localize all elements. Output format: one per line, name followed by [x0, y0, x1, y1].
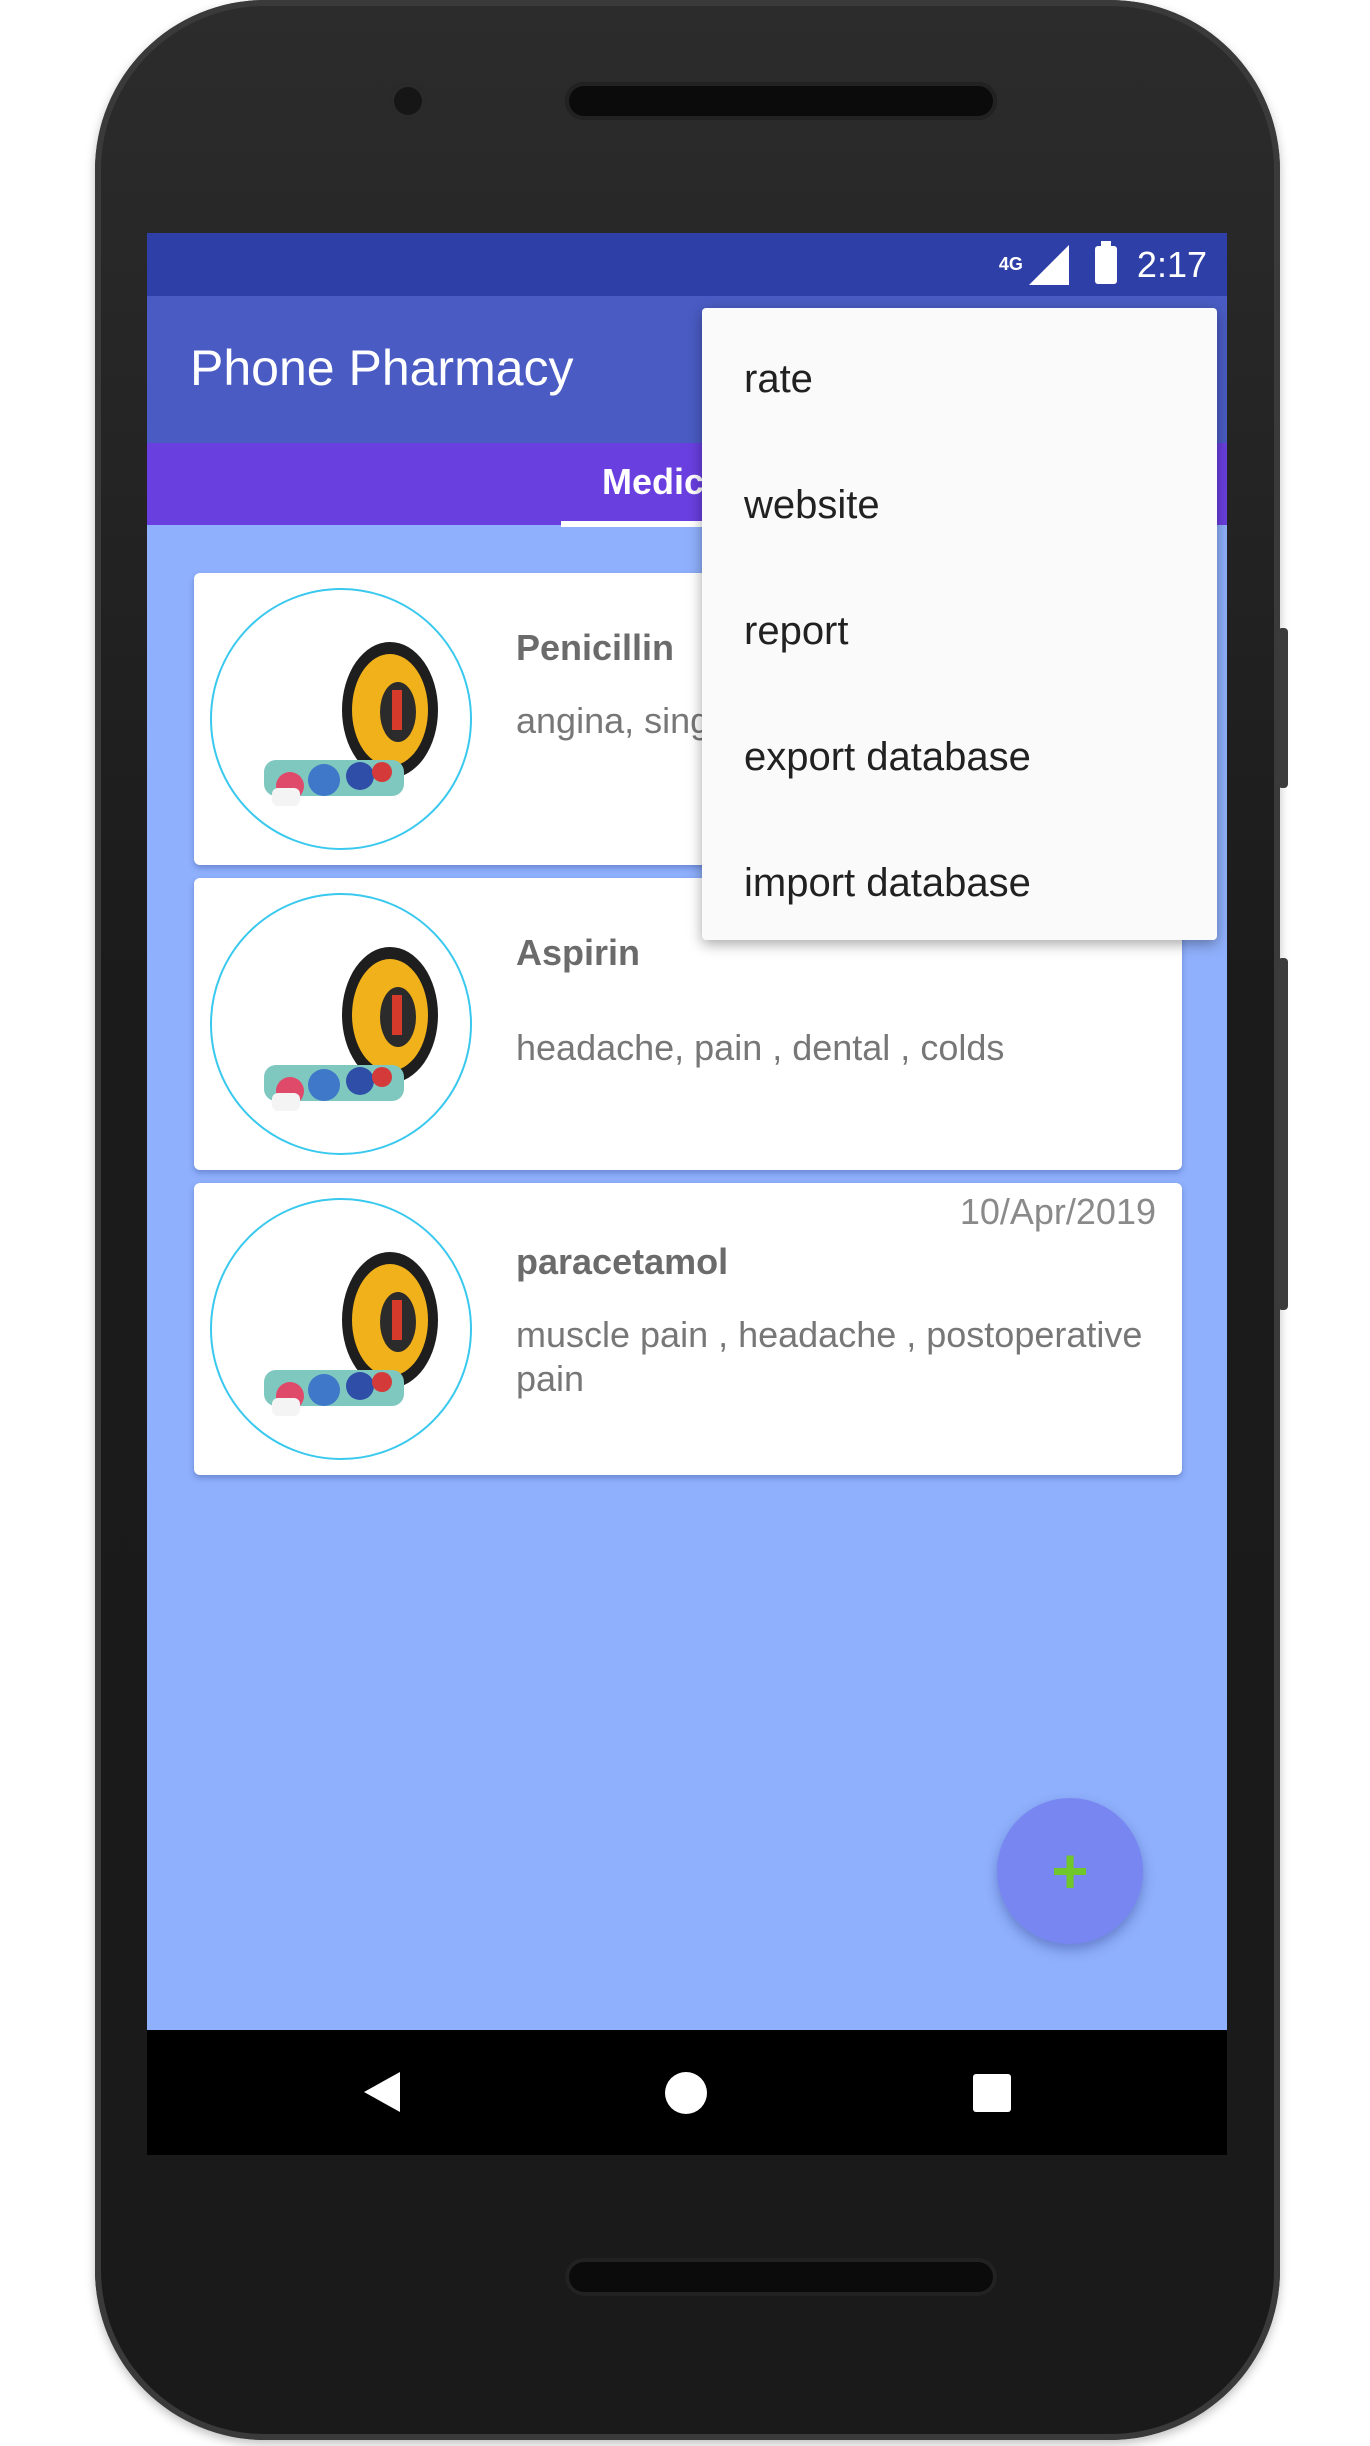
status-bar: 4G 2:17 — [147, 233, 1227, 296]
navigation-bar — [147, 2030, 1227, 2155]
pill-bottle-icon — [264, 642, 438, 806]
volume-button — [1278, 958, 1288, 1310]
top-speaker — [565, 82, 997, 120]
medicine-image — [210, 893, 472, 1155]
battery-icon — [1094, 240, 1117, 284]
tab-medicines[interactable]: Medic — [602, 461, 704, 503]
menu-item-import-database[interactable]: import database — [702, 820, 1217, 946]
clock: 2:17 — [1136, 243, 1207, 285]
medicine-uses: muscle pain , headache , postoperative p… — [516, 1314, 1143, 1399]
medicine-name: Penicillin — [516, 627, 675, 668]
home-icon[interactable] — [665, 2072, 707, 2114]
medicine-image — [210, 588, 472, 850]
medicine-card[interactable]: 10/Apr/2019 paracetamol muscle pain , he… — [194, 1183, 1182, 1475]
menu-item-report[interactable]: report — [702, 568, 1217, 694]
back-icon[interactable] — [364, 2072, 400, 2112]
device-frame: 4G 2:17 Phone Pharmacy Medic s — [0, 0, 1370, 2446]
menu-item-rate[interactable]: rate — [702, 316, 1217, 442]
medicine-image — [210, 1198, 472, 1460]
screen: 4G 2:17 Phone Pharmacy Medic s — [147, 233, 1227, 2155]
menu-item-website[interactable]: website — [702, 442, 1217, 568]
power-button — [1278, 628, 1288, 788]
medicine-name: Aspirin — [516, 932, 641, 973]
overflow-menu: rate website report export database impo… — [702, 308, 1217, 940]
medicine-uses: headache, pain , dental , colds — [516, 1027, 1005, 1068]
app-title: Phone Pharmacy — [190, 340, 574, 396]
signal-icon — [1028, 244, 1069, 285]
bottom-speaker — [565, 2258, 997, 2296]
recent-apps-icon[interactable] — [973, 2074, 1011, 2112]
add-medicine-button[interactable]: + — [997, 1798, 1143, 1944]
pill-bottle-icon — [264, 1252, 438, 1416]
plus-icon: + — [1051, 1835, 1089, 1907]
menu-item-export-database[interactable]: export database — [702, 694, 1217, 820]
front-camera — [390, 83, 426, 119]
network-type: 4G — [998, 254, 1023, 274]
pill-bottle-icon — [264, 947, 438, 1111]
medicine-name: paracetamol — [516, 1241, 729, 1282]
medicine-date: 10/Apr/2019 — [959, 1191, 1156, 1232]
